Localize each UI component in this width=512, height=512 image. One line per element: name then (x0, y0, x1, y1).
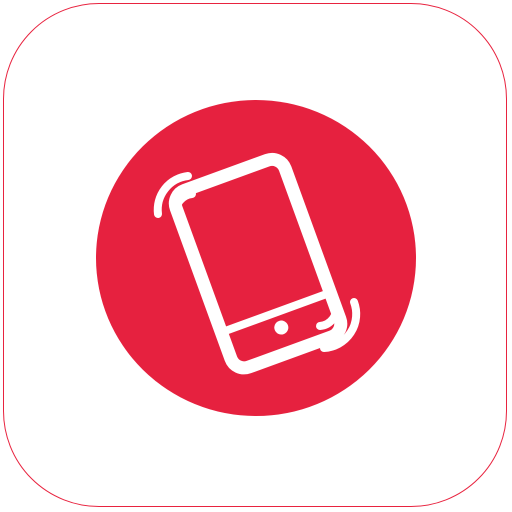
vibrating-phone-icon (153, 152, 361, 375)
phone-icon (168, 152, 348, 375)
